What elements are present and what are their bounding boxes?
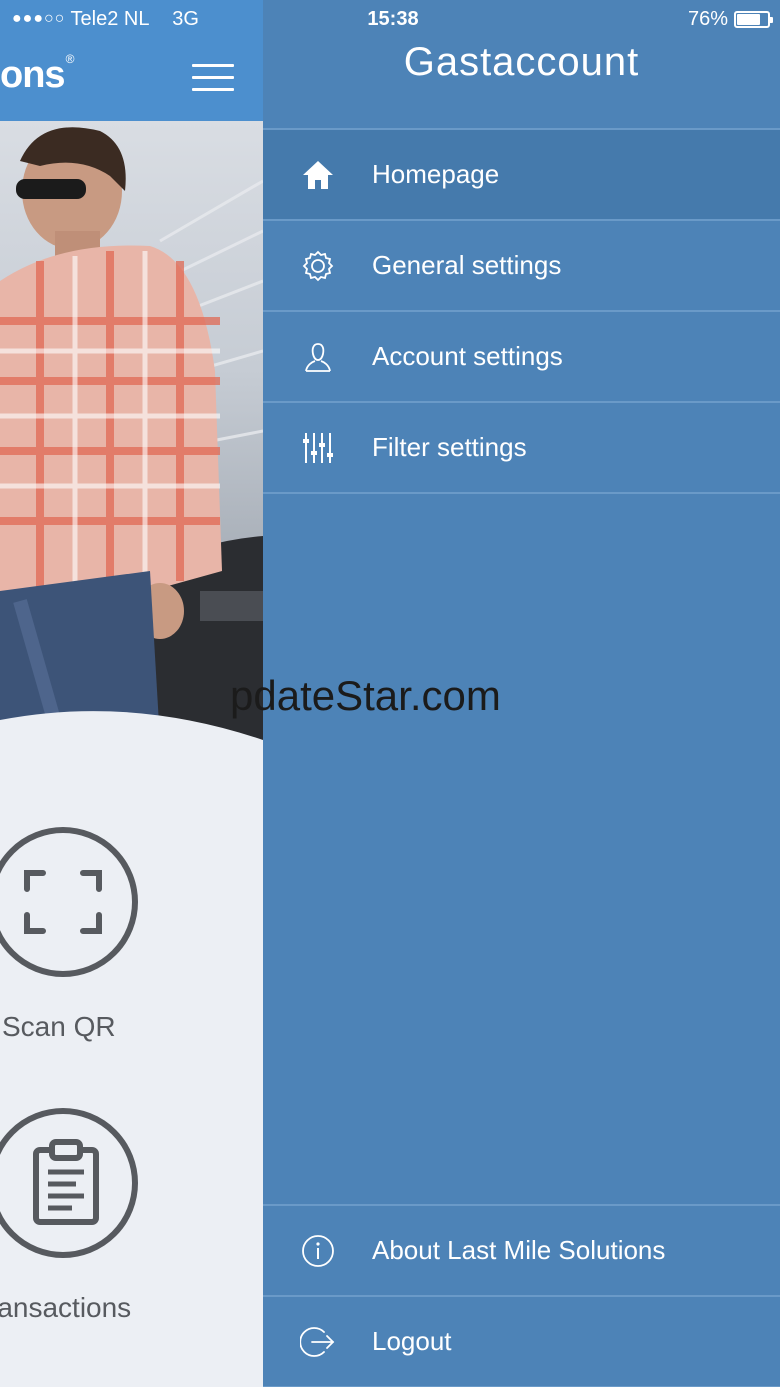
- menu-item-logout[interactable]: Logout: [263, 1297, 780, 1387]
- menu-item-homepage[interactable]: Homepage: [263, 130, 780, 221]
- brand-logo: ons®: [0, 52, 75, 97]
- battery-icon: [734, 11, 773, 28]
- home-icon: [299, 156, 337, 194]
- menu-item-filter-settings[interactable]: Filter settings: [263, 403, 780, 494]
- signal-indicator: ●●●○○: [12, 10, 66, 27]
- menu-label-homepage: Homepage: [372, 159, 500, 189]
- user-icon: [299, 338, 337, 376]
- main-header: ●●●○○ Tele2 NL 3G ons®: [0, 0, 263, 121]
- menu-label-logout: Logout: [372, 1326, 452, 1356]
- scan-qr-button[interactable]: [0, 827, 138, 977]
- logout-icon: [299, 1323, 337, 1361]
- main-screen: ●●●○○ Tele2 NL 3G ons® Scan QR ransactio…: [0, 0, 263, 1387]
- brand-text: ons: [0, 54, 66, 96]
- qr-scan-icon: [24, 870, 102, 934]
- drawer-menu: Homepage General settings Account settin…: [263, 128, 780, 494]
- menu-item-about[interactable]: About Last Mile Solutions: [263, 1206, 780, 1297]
- battery-percentage: 76%: [687, 8, 728, 30]
- hamburger-menu-icon[interactable]: [192, 64, 234, 94]
- status-bar-right: 76%: [687, 8, 773, 31]
- menu-label-about: About Last Mile Solutions: [372, 1235, 666, 1265]
- hero-photo: [0, 121, 263, 741]
- drawer-bottom-menu: About Last Mile Solutions Logout: [263, 1204, 780, 1387]
- watermark-text: pdateStar.com: [230, 672, 501, 719]
- drawer-title: Gastaccount: [403, 40, 640, 84]
- menu-item-general-settings[interactable]: General settings: [263, 221, 780, 312]
- network-type: 3G: [172, 8, 199, 30]
- gear-icon: [299, 247, 337, 285]
- status-time: 15:38: [367, 8, 419, 30]
- hero-curve: [0, 711, 263, 780]
- registered-mark: ®: [65, 52, 75, 66]
- info-icon: [299, 1232, 337, 1270]
- transactions-label: ransactions: [0, 1292, 132, 1323]
- sliders-icon: [299, 429, 337, 467]
- menu-label-filter-settings: Filter settings: [372, 432, 527, 462]
- clipboard-icon: [33, 1139, 99, 1225]
- status-bar-left: ●●●○○ Tele2 NL 3G: [12, 8, 199, 31]
- carrier-name: Tele2 NL: [70, 8, 149, 30]
- menu-label-general-settings: General settings: [372, 250, 562, 280]
- menu-label-account-settings: Account settings: [372, 341, 563, 371]
- scan-qr-label: Scan QR: [2, 1011, 116, 1042]
- transactions-button[interactable]: [0, 1108, 138, 1258]
- man-in-plaid-shirt-photo: [0, 127, 263, 741]
- menu-item-account-settings[interactable]: Account settings: [263, 312, 780, 403]
